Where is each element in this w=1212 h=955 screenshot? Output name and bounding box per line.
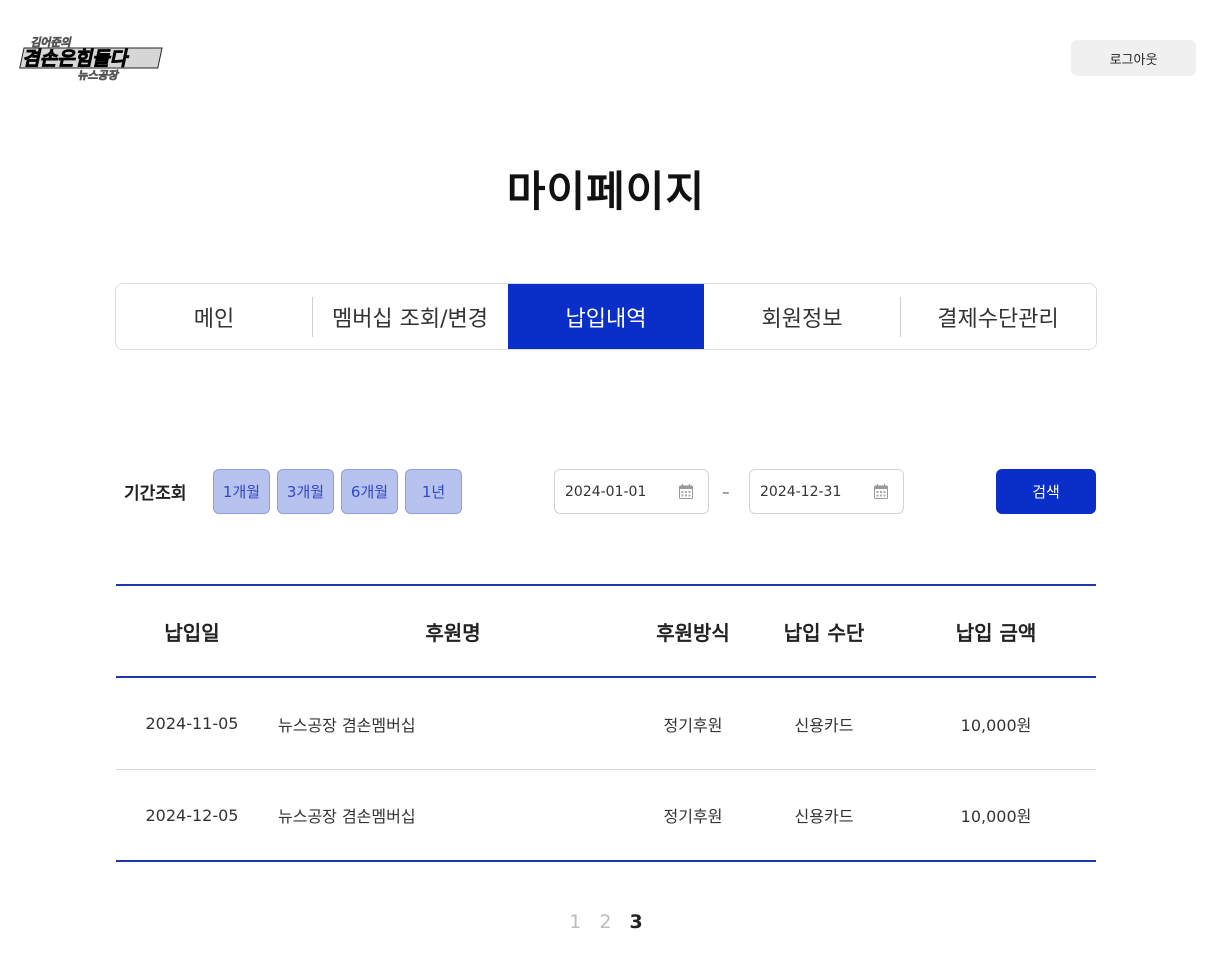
start-date-field[interactable]: [554, 469, 709, 514]
tab-divider: [900, 297, 901, 337]
header-method: 후원방식: [656, 620, 730, 645]
period-6-month-button[interactable]: 6개월: [341, 469, 398, 514]
period-1-year-button[interactable]: 1년: [405, 469, 462, 514]
calendar-icon[interactable]: [679, 484, 693, 499]
header-date: 납입일: [164, 620, 220, 645]
tab-divider: [312, 297, 313, 337]
cell-amount: 10,000원: [960, 807, 1032, 826]
end-date-field[interactable]: [749, 469, 904, 514]
cell-pay: 신용카드: [794, 807, 854, 826]
svg-text:뉴스공장: 뉴스공장: [77, 68, 121, 82]
page-link-current[interactable]: 3: [629, 911, 642, 933]
period-filter-label: 기간조회: [124, 484, 187, 504]
mypage-tabs: 메인 멤버십 조회/변경 납입내역 회원정보 결제수단관리: [115, 283, 1097, 350]
cell-amount: 10,000원: [960, 715, 1032, 735]
tab-membership[interactable]: 멤버십 조회/변경: [312, 284, 508, 349]
tab-payment-methods[interactable]: 결제수단관리: [900, 284, 1096, 349]
header-name: 후원명: [425, 620, 481, 645]
tab-label: 결제수단관리: [937, 306, 1059, 332]
svg-text:겸손은힘들다: 겸손은힘들다: [21, 47, 131, 70]
page-title: 마이페이지: [506, 167, 706, 216]
table-row: 2024-11-05 뉴스공장 겸손멤버십 정기후원 신용카드 10,000원: [116, 678, 1096, 770]
payment-history-table: 납입일 후원명 후원방식 납입 수단 납입 금액 2024-11-05 뉴스공장…: [116, 584, 1096, 862]
end-date-input[interactable]: [760, 483, 870, 500]
cell-method: 정기후원: [663, 715, 723, 735]
tab-main[interactable]: 메인: [116, 284, 312, 349]
table-row: 2024-12-05 뉴스공장 겸손멤버십 정기후원 신용카드 10,000원: [116, 770, 1096, 862]
cell-pay: 신용카드: [794, 715, 854, 735]
tab-payment-history[interactable]: 납입내역: [508, 284, 704, 349]
start-date-input[interactable]: [565, 483, 675, 500]
header-amount: 납입 금액: [955, 620, 1037, 645]
page-link-2[interactable]: 2: [599, 911, 611, 933]
period-1-month-button[interactable]: 1개월: [213, 469, 270, 514]
cell-method: 정기후원: [663, 807, 723, 826]
tab-label: 메인: [193, 306, 235, 332]
calendar-icon[interactable]: [874, 484, 888, 499]
page-link-1[interactable]: 1: [569, 911, 581, 933]
tab-label: 납입내역: [565, 306, 647, 332]
date-range-separator: –: [722, 482, 730, 501]
logout-button[interactable]: 로그아웃: [1071, 40, 1196, 76]
header-pay: 납입 수단: [783, 620, 865, 645]
cell-name: 뉴스공장 겸손멤버십: [278, 807, 416, 826]
tab-label: 회원정보: [761, 306, 843, 332]
cell-date: 2024-11-05: [145, 714, 239, 733]
cell-date: 2024-12-05: [145, 805, 239, 825]
period-filter: 기간조회 1개월 3개월 6개월 1년 –: [0, 469, 1212, 514]
site-logo[interactable]: 김어준의 겸손은힘들다 뉴스공장: [17, 34, 163, 82]
table-header: 납입일 후원명 후원방식 납입 수단 납입 금액: [116, 584, 1096, 678]
tab-label: 멤버십 조회/변경: [331, 306, 489, 332]
tab-member-info[interactable]: 회원정보: [704, 284, 900, 349]
cell-name: 뉴스공장 겸손멤버십: [278, 715, 416, 735]
period-3-month-button[interactable]: 3개월: [277, 469, 334, 514]
search-button[interactable]: 검색: [996, 469, 1096, 514]
pagination: 1 2 3: [0, 907, 1212, 937]
